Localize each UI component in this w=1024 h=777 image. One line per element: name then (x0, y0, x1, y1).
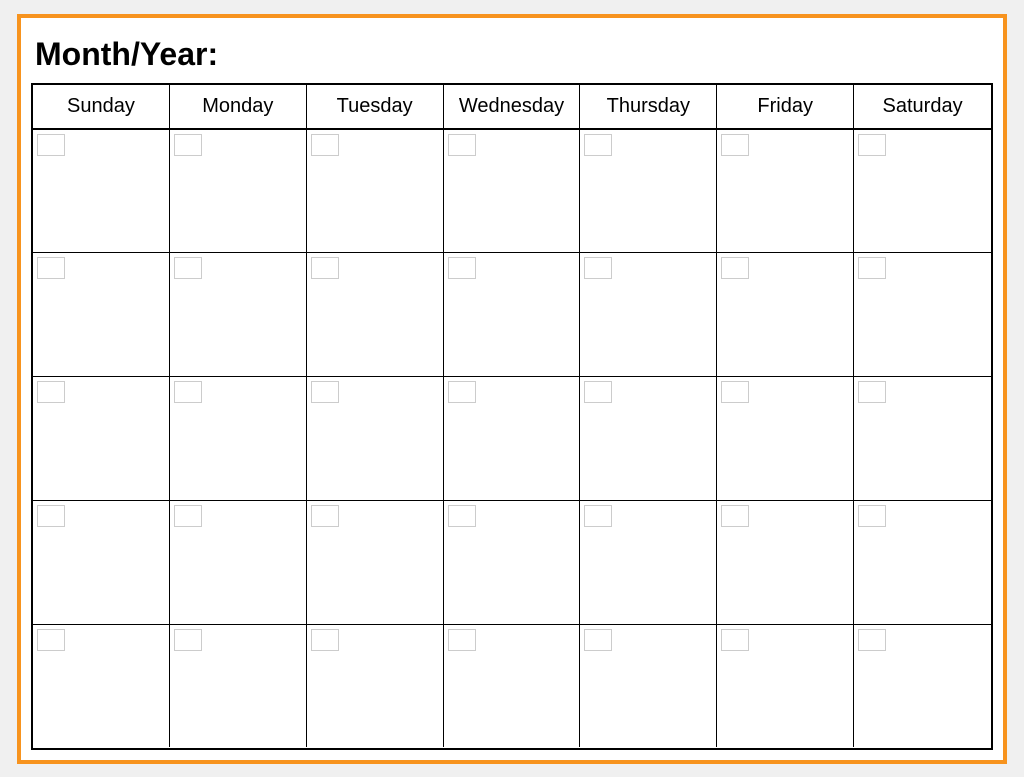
week-row-4 (33, 501, 991, 625)
calendar-container: Month/Year: SundayMondayTuesdayWednesday… (17, 14, 1007, 764)
day-number-box (37, 629, 65, 651)
day-number-box (37, 257, 65, 279)
day-number-box (858, 257, 886, 279)
day-cell[interactable] (307, 501, 444, 624)
day-number-box (174, 134, 202, 156)
day-number-box (858, 381, 886, 403)
day-cell[interactable] (33, 377, 170, 500)
day-number-box (858, 134, 886, 156)
day-number-box (721, 381, 749, 403)
day-number-box (584, 629, 612, 651)
day-cell[interactable] (444, 253, 581, 376)
day-header-tuesday: Tuesday (307, 85, 444, 128)
day-header-friday: Friday (717, 85, 854, 128)
day-cell[interactable] (33, 501, 170, 624)
day-number-box (311, 381, 339, 403)
day-number-box (584, 257, 612, 279)
day-number-box (174, 257, 202, 279)
day-cell[interactable] (580, 625, 717, 748)
day-number-box (448, 505, 476, 527)
day-cell[interactable] (854, 130, 991, 253)
day-headers: SundayMondayTuesdayWednesdayThursdayFrid… (33, 85, 991, 130)
day-cell[interactable] (717, 253, 854, 376)
day-number-box (721, 257, 749, 279)
day-cell[interactable] (717, 377, 854, 500)
day-cell[interactable] (444, 501, 581, 624)
day-number-box (448, 381, 476, 403)
day-cell[interactable] (33, 130, 170, 253)
day-number-box (721, 505, 749, 527)
day-cell[interactable] (307, 253, 444, 376)
day-cell[interactable] (307, 377, 444, 500)
day-cell[interactable] (170, 253, 307, 376)
day-cell[interactable] (854, 625, 991, 748)
day-cell[interactable] (580, 130, 717, 253)
day-header-thursday: Thursday (580, 85, 717, 128)
day-number-box (721, 629, 749, 651)
day-number-box (584, 505, 612, 527)
day-cell[interactable] (33, 253, 170, 376)
day-number-box (174, 381, 202, 403)
day-number-box (37, 134, 65, 156)
day-header-wednesday: Wednesday (444, 85, 581, 128)
day-number-box (448, 134, 476, 156)
day-number-box (311, 257, 339, 279)
day-number-box (584, 134, 612, 156)
day-number-box (721, 134, 749, 156)
day-cell[interactable] (717, 501, 854, 624)
day-cell[interactable] (580, 377, 717, 500)
week-row-2 (33, 253, 991, 377)
week-row-5 (33, 625, 991, 748)
day-cell[interactable] (717, 625, 854, 748)
day-number-box (584, 381, 612, 403)
day-cell[interactable] (170, 130, 307, 253)
day-cell[interactable] (170, 501, 307, 624)
day-cell[interactable] (307, 130, 444, 253)
day-number-box (311, 629, 339, 651)
calendar-grid: SundayMondayTuesdayWednesdayThursdayFrid… (31, 83, 993, 750)
day-cell[interactable] (580, 253, 717, 376)
day-number-box (311, 505, 339, 527)
day-number-box (858, 505, 886, 527)
day-number-box (448, 257, 476, 279)
day-cell[interactable] (170, 377, 307, 500)
day-cell[interactable] (717, 130, 854, 253)
day-cell[interactable] (444, 625, 581, 748)
day-cell[interactable] (444, 377, 581, 500)
day-cell[interactable] (854, 253, 991, 376)
week-row-3 (33, 377, 991, 501)
day-cell[interactable] (33, 625, 170, 748)
day-number-box (37, 381, 65, 403)
day-header-monday: Monday (170, 85, 307, 128)
day-cell[interactable] (854, 501, 991, 624)
day-cell[interactable] (307, 625, 444, 748)
calendar-title[interactable]: Month/Year: (31, 28, 993, 83)
weeks-container (33, 130, 991, 748)
day-number-box (311, 134, 339, 156)
day-header-saturday: Saturday (854, 85, 991, 128)
day-number-box (448, 629, 476, 651)
day-cell[interactable] (854, 377, 991, 500)
day-number-box (858, 629, 886, 651)
week-row-1 (33, 130, 991, 254)
day-header-sunday: Sunday (33, 85, 170, 128)
day-cell[interactable] (444, 130, 581, 253)
day-cell[interactable] (580, 501, 717, 624)
day-number-box (174, 505, 202, 527)
day-cell[interactable] (170, 625, 307, 748)
day-number-box (37, 505, 65, 527)
day-number-box (174, 629, 202, 651)
